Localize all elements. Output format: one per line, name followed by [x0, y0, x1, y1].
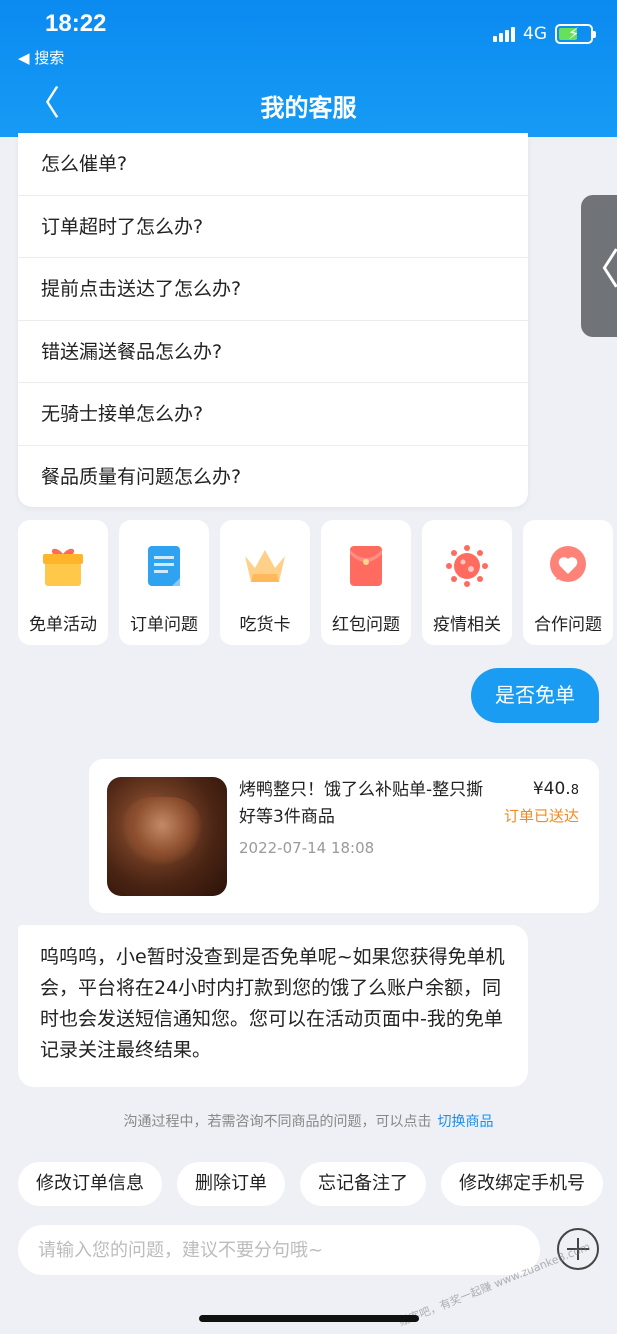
faq-list: 怎么催单? 订单超时了怎么办? 提前点击送达了怎么办? 错送漏送餐品怎么办? 无… [18, 133, 528, 507]
page-title: 我的客服 [260, 94, 357, 122]
network-type: 4G [523, 24, 547, 44]
order-title: 烤鸭整只！饿了么补贴单-整只撕好等3件商品 [239, 780, 484, 827]
order-status: 订单已送达 [503, 807, 579, 825]
message-input[interactable] [18, 1225, 540, 1275]
bot-reply-bubble: 呜呜呜，小e暂时没查到是否免单呢~如果您获得免单机会，平台将在24小时内打款到您… [18, 925, 528, 1087]
faq-item[interactable]: 错送漏送餐品怎么办? [18, 321, 528, 383]
chip-modify-order[interactable]: 修改订单信息 [18, 1162, 162, 1206]
side-panel-toggle[interactable]: 〈 [578, 195, 617, 337]
battery-icon: ⚡ [555, 24, 596, 44]
category-free-order[interactable]: 免单活动 [18, 520, 108, 645]
red-envelope-icon [344, 544, 388, 588]
home-indicator [199, 1315, 419, 1322]
header: 18:22 ◀ 搜索 4G ⚡ 〈 我的客服 [0, 0, 617, 137]
chip-forgot-note[interactable]: 忘记备注了 [300, 1162, 426, 1206]
hint-text: 沟通过程中，若需咨询不同商品的问题，可以点击 [123, 1114, 432, 1130]
status-time: 18:22 [45, 10, 107, 37]
virus-icon [445, 544, 489, 588]
category-label: 吃货卡 [239, 615, 291, 635]
category-epidemic[interactable]: 疫情相关 [422, 520, 512, 645]
heart-chat-icon [546, 544, 590, 588]
faq-item[interactable]: 无骑士接单怎么办? [18, 383, 528, 446]
category-label: 红包问题 [332, 615, 400, 635]
signal-icon [493, 26, 515, 42]
order-food-image [107, 777, 227, 896]
switch-product-link[interactable]: 切换商品 [438, 1114, 494, 1130]
category-label: 订单问题 [130, 615, 198, 635]
gift-icon [41, 544, 85, 588]
category-label: 免单活动 [29, 615, 97, 635]
category-foodie-card[interactable]: 吃货卡 [220, 520, 310, 645]
category-red-packet[interactable]: 红包问题 [321, 520, 411, 645]
status-icons: 4G ⚡ [493, 24, 596, 44]
faq-item[interactable]: 怎么催单? [18, 133, 528, 196]
faq-item[interactable]: 餐品质量有问题怎么办? [18, 446, 528, 509]
document-icon [142, 544, 186, 588]
category-label: 合作问题 [534, 615, 602, 635]
user-message-bubble: 是否免单 [471, 668, 599, 723]
chip-delete-order[interactable]: 删除订单 [177, 1162, 285, 1206]
faq-item[interactable]: 提前点击送达了怎么办? [18, 258, 528, 321]
order-card[interactable]: 烤鸭整只！饿了么补贴单-整只撕好等3件商品 ¥40.8 订单已送达 2022-0… [89, 759, 599, 913]
switch-product-hint: 沟通过程中，若需咨询不同商品的问题，可以点击 切换商品 [0, 1111, 617, 1131]
chip-change-phone[interactable]: 修改绑定手机号 [441, 1162, 603, 1206]
category-row: 免单活动 订单问题 吃货卡 红包问题 疫情相关 合作问题 [18, 520, 617, 646]
category-order-issue[interactable]: 订单问题 [119, 520, 209, 645]
faq-item[interactable]: 订单超时了怎么办? [18, 196, 528, 258]
category-label: 疫情相关 [433, 615, 501, 635]
order-price: ¥40.8 [532, 779, 579, 799]
quick-reply-chips: 修改订单信息 删除订单 忘记备注了 修改绑定手机号 [18, 1162, 603, 1206]
category-cooperation[interactable]: 合作问题 [523, 520, 613, 645]
back-to-search-link[interactable]: ◀ 搜索 [18, 47, 64, 68]
crown-icon [243, 544, 287, 588]
order-date: 2022-07-14 18:08 [239, 839, 375, 857]
